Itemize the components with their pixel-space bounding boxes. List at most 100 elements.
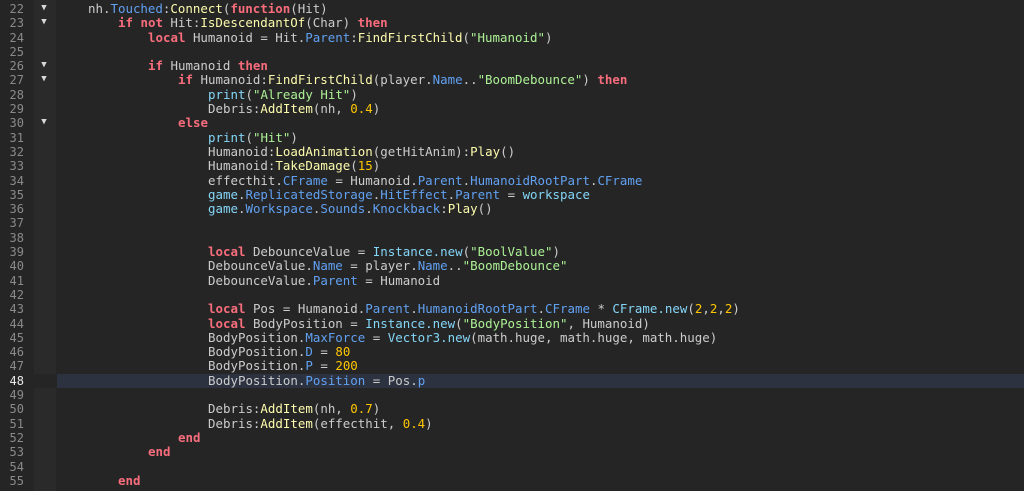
code-token: CFrame — [282, 172, 328, 188]
code-line[interactable]: 41 DebounceValue.Parent = Humanoid — [0, 273, 1024, 288]
code-token: = Pos. — [365, 372, 418, 388]
fold-arrow-icon[interactable]: ▼ — [38, 73, 50, 87]
code-token: Play — [447, 201, 478, 217]
code-token: "BoomDebounce" — [462, 258, 568, 274]
line-number: 49 — [9, 388, 24, 403]
code-text: if Humanoid then — [148, 59, 268, 73]
code-text: if Humanoid:FindFirstChild(player.Name..… — [178, 73, 627, 87]
line-number: 27 — [9, 73, 24, 88]
code-line[interactable]: 49 — [0, 388, 1024, 402]
code-text: BodyPosition.Position = Pos.p — [208, 372, 425, 388]
code-line[interactable]: 50 Debris:AddItem(nh, 0.7) — [0, 401, 1024, 417]
line-number: 37 — [9, 216, 24, 231]
fold-arrow-icon[interactable]: ▼ — [38, 16, 50, 30]
code-line[interactable]: 46 BodyPosition.D = 80 — [0, 344, 1024, 360]
code-line[interactable]: 36 game.Workspace.Sounds.Knockback:Play() — [0, 201, 1024, 217]
code-line[interactable]: 33 Humanoid:TakeDamage(15) — [0, 158, 1024, 174]
code-token: else — [178, 115, 208, 131]
code-line[interactable]: 52 end — [0, 430, 1024, 445]
code-token: Touched — [110, 1, 163, 16]
code-token: FindFirstChild — [357, 29, 463, 45]
code-token: (nh, — [312, 401, 351, 417]
code-line[interactable]: 34 effecthit.CFrame = Humanoid.Parent.Hum… — [0, 172, 1024, 188]
code-line[interactable]: 22 ▼ nh.Touched:Connect(function(Hit) — [0, 1, 1024, 16]
code-line[interactable]: 25 — [0, 45, 1024, 59]
code-text: Debris:AddItem(effecthit, 0.4) — [208, 415, 433, 431]
code-line[interactable]: 44 local BodyPosition = Instance.new("Bod… — [0, 315, 1024, 331]
code-text: local DebounceValue = Instance.new("Bool… — [208, 244, 560, 259]
code-editor[interactable]: 22 ▼ nh.Touched:Connect(function(Hit) 23 ▼ if… — [0, 1, 1024, 488]
code-token: ) — [372, 158, 381, 174]
code-line[interactable]: 55 end — [0, 472, 1024, 488]
code-line[interactable]: 37 — [0, 216, 1024, 230]
code-token: = — [500, 186, 523, 202]
fold-arrow-icon[interactable]: ▼ — [38, 116, 50, 130]
code-token: IsDescendantOf — [200, 15, 306, 31]
code-line[interactable]: 42 — [0, 288, 1024, 302]
line-number: 31 — [9, 130, 24, 145]
code-text: BodyPosition.MaxForce = Vector3.new(math… — [208, 329, 717, 345]
line-number: 53 — [9, 445, 24, 460]
code-line[interactable]: 32 Humanoid:LoadAnimation(getHitAnim):Pla… — [0, 143, 1024, 159]
code-token: Vector3.new — [387, 329, 471, 345]
code-text: BodyPosition.D = 80 — [208, 344, 350, 360]
line-number: 26 — [9, 59, 24, 74]
code-line[interactable]: 39 local DebounceValue = Instance.new("Bo… — [0, 244, 1024, 259]
code-line[interactable]: 31 print("Hit") — [0, 129, 1024, 145]
code-token: end — [118, 472, 141, 488]
code-token: ) — [372, 401, 381, 417]
code-text: print("Already Hit") — [208, 86, 358, 102]
code-line[interactable]: 26 ▼ if Humanoid then — [0, 59, 1024, 74]
code-token: = — [312, 344, 336, 360]
line-number: 46 — [9, 345, 24, 360]
code-token: print — [208, 129, 246, 145]
code-text: local Humanoid = Hit.Parent:FindFirstChi… — [148, 29, 552, 45]
code-token: then — [357, 15, 388, 31]
line-number: 23 — [9, 16, 24, 31]
code-text: BodyPosition.P = 200 — [208, 359, 358, 373]
code-text: effecthit.CFrame = Humanoid.Parent.Human… — [208, 172, 642, 188]
code-token: ( — [462, 29, 471, 45]
code-token: ) — [732, 301, 740, 317]
code-line[interactable]: 45 BodyPosition.MaxForce = Vector3.new(ma… — [0, 329, 1024, 345]
fold-arrow-icon[interactable]: ▼ — [38, 59, 50, 73]
code-line[interactable]: 38 — [0, 231, 1024, 245]
code-token: = — [312, 358, 336, 374]
code-token: ) — [350, 86, 358, 102]
code-token: DebounceValue. — [208, 258, 313, 274]
code-token: (getHitAnim): — [372, 143, 471, 159]
code-token: P — [305, 358, 313, 374]
line-number: 54 — [9, 459, 24, 474]
code-token: then — [597, 72, 628, 88]
code-line[interactable]: 51 Debris:AddItem(effecthit, 0.4) — [0, 415, 1024, 431]
code-line[interactable]: 40 DebounceValue.Name = player.Name.."Boo… — [0, 259, 1024, 274]
code-token: function — [230, 1, 291, 16]
code-text: end — [148, 445, 170, 459]
code-line[interactable]: 47 BodyPosition.P = 200 — [0, 359, 1024, 374]
code-token: Instance.new — [365, 315, 456, 331]
code-line[interactable]: 27 ▼ if Humanoid:FindFirstChild(player.Nam… — [0, 73, 1024, 88]
code-line[interactable]: 53 end — [0, 445, 1024, 460]
code-line[interactable]: 28 print("Already Hit") — [0, 86, 1024, 102]
code-line[interactable]: 54 — [0, 460, 1024, 474]
line-number: 50 — [9, 402, 24, 417]
code-line[interactable]: 30 ▼ else — [0, 115, 1024, 131]
code-token: 0.7 — [350, 401, 373, 417]
code-line[interactable]: 23 ▼ if not Hit:IsDescendantOf(Char) then — [0, 15, 1024, 31]
code-line[interactable]: 29 Debris:AddItem(nh, 0.4) — [0, 101, 1024, 116]
code-line[interactable]: 35 game.ReplicatedStorage.HitEffect.Paren… — [0, 186, 1024, 202]
fold-arrow-icon[interactable]: ▼ — [38, 2, 50, 16]
code-token: Parent — [365, 301, 411, 317]
code-token: , — [702, 301, 710, 317]
code-token: HumanoidRootPart — [470, 172, 590, 188]
code-token: AddItem — [260, 415, 313, 431]
code-line[interactable]: 24 local Humanoid = Hit.Parent:FindFirstC… — [0, 29, 1024, 45]
code-token: = Humanoid. — [327, 172, 418, 188]
code-token: Name — [312, 258, 343, 274]
code-text: game.ReplicatedStorage.HitEffect.Parent … — [208, 186, 590, 202]
code-line[interactable]: 48 BodyPosition.Position = Pos.p — [0, 372, 1024, 389]
code-text: DebounceValue.Name = player.Name.."BoomD… — [208, 259, 567, 273]
code-line[interactable]: 43 local Pos = Humanoid.Parent.HumanoidRo… — [0, 301, 1024, 317]
code-token: CFrame.new — [612, 301, 688, 317]
line-number: 34 — [9, 173, 24, 188]
